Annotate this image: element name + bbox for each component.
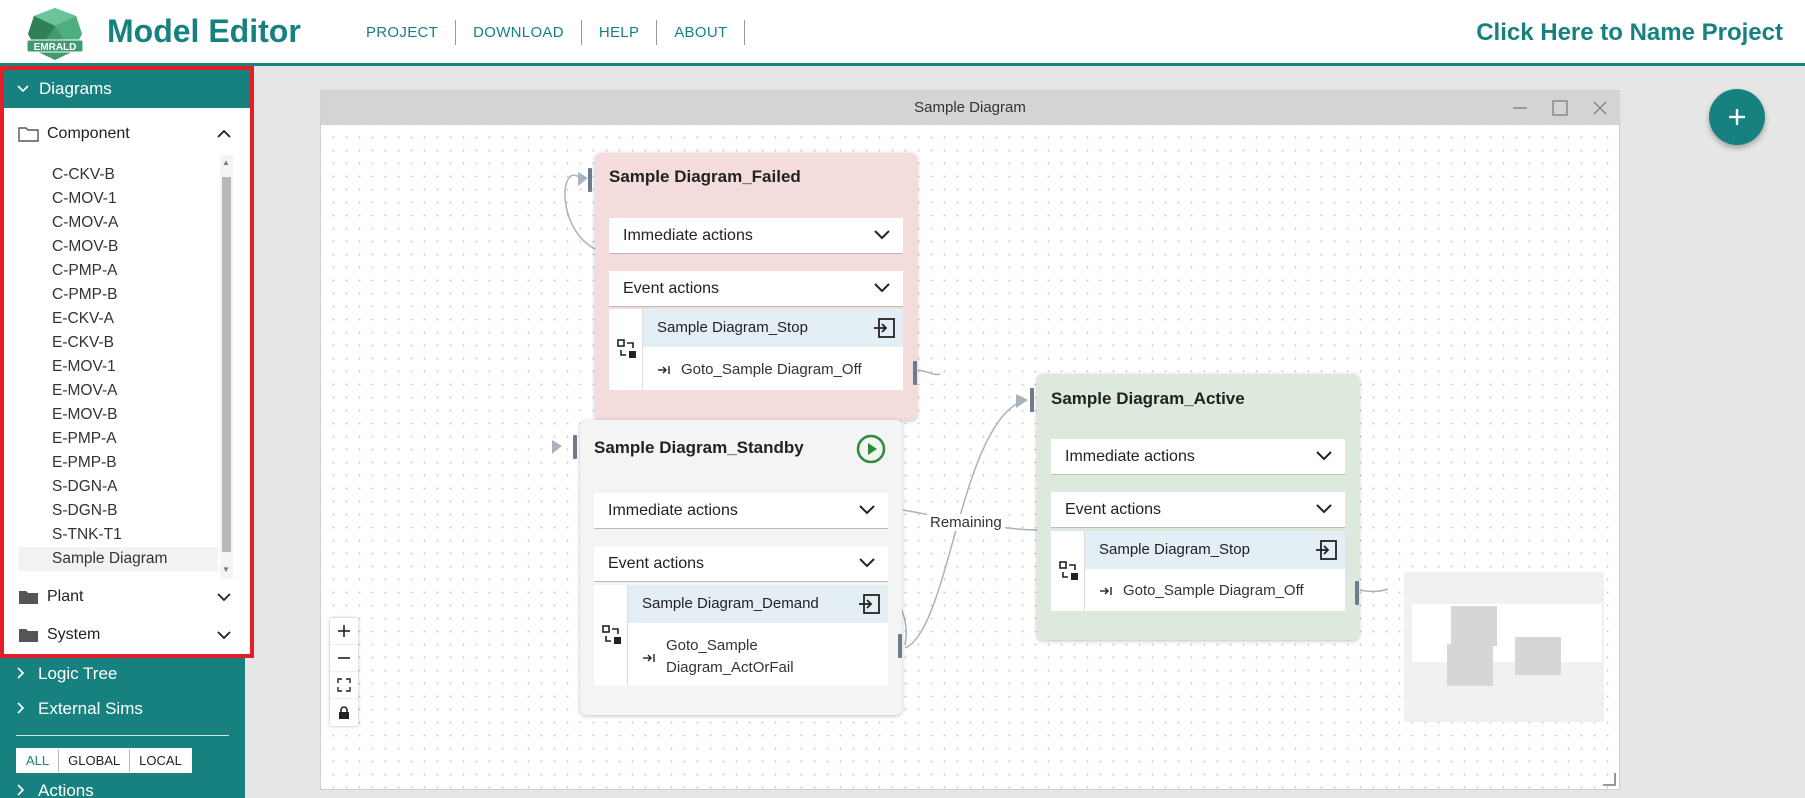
lock-button[interactable]	[330, 699, 358, 726]
swap-icon[interactable]	[602, 625, 622, 645]
event-actions-dropdown[interactable]: Event actions	[1051, 492, 1345, 528]
edge-label[interactable]: Remaining	[927, 514, 1005, 531]
start-state-icon	[856, 434, 886, 464]
minimap-node	[1451, 606, 1497, 646]
event-actions-label: Event actions	[608, 554, 705, 572]
event-side	[594, 585, 628, 686]
immediate-actions-label: Immediate actions	[608, 501, 738, 519]
zoom-out-button[interactable]	[330, 645, 358, 672]
goto-icon	[643, 654, 655, 662]
state-node-active[interactable]: Sample Diagram_Active Immediate actions …	[1037, 374, 1359, 640]
goto-action-label: Goto_Sample Diagram_Off	[1123, 582, 1304, 599]
chevron-down-icon	[1316, 504, 1332, 514]
event-side	[1051, 531, 1085, 611]
fit-view-button[interactable]	[330, 672, 358, 699]
goto-icon	[1100, 587, 1112, 595]
event-actions-label: Event actions	[623, 279, 720, 297]
event-name-label: Sample Diagram_Stop	[657, 319, 808, 336]
fit-view-icon	[337, 678, 351, 692]
input-port[interactable]	[573, 435, 577, 459]
minimap[interactable]	[1404, 572, 1604, 722]
immediate-actions-label: Immediate actions	[1065, 447, 1195, 465]
swap-icon[interactable]	[1059, 561, 1079, 581]
goto-action-label: Diagram_ActOrFail	[666, 659, 794, 676]
goto-icon	[658, 366, 670, 374]
event-name-label: Sample Diagram_Demand	[642, 595, 819, 612]
immediate-actions-dropdown[interactable]: Immediate actions	[594, 493, 888, 529]
chevron-down-icon	[859, 505, 875, 515]
chevron-down-icon	[1316, 451, 1332, 461]
plus-icon	[1729, 109, 1745, 125]
minus-icon	[338, 657, 350, 659]
output-port[interactable]	[1355, 581, 1359, 605]
chevron-down-icon	[859, 558, 875, 568]
zoom-in-button[interactable]	[330, 618, 358, 645]
immediate-actions-dropdown[interactable]: Immediate actions	[609, 218, 903, 254]
goto-action[interactable]: Goto_Sample Diagram_Off	[643, 349, 903, 390]
goto-action-label: Goto_Sample	[666, 637, 758, 654]
event-name[interactable]: Sample Diagram_Stop	[643, 309, 903, 347]
zoom-controls	[330, 618, 358, 726]
output-port[interactable]	[898, 634, 902, 658]
state-title: Sample Diagram_Standby	[594, 438, 804, 457]
event-name[interactable]: Sample Diagram_Stop	[1085, 531, 1345, 569]
event-name-label: Sample Diagram_Stop	[1099, 541, 1250, 558]
state-title: Sample Diagram_Failed	[609, 167, 801, 186]
immediate-actions-label: Immediate actions	[623, 226, 753, 244]
input-port[interactable]	[1030, 388, 1034, 412]
goto-action-label: Goto_Sample Diagram_Off	[681, 361, 862, 378]
chevron-down-icon	[874, 230, 890, 240]
swap-icon[interactable]	[617, 339, 637, 359]
state-node-standby[interactable]: Sample Diagram_Standby Immediate actions…	[580, 420, 902, 715]
exit-icon[interactable]	[1315, 540, 1337, 560]
event-block: Sample Diagram_Stop Goto_Sample Diagram_…	[1051, 531, 1345, 611]
exit-icon[interactable]	[858, 594, 880, 614]
event-block: Sample Diagram_Stop Goto_Sample Diagram_…	[609, 309, 903, 390]
event-side	[609, 309, 643, 390]
minimap-node	[1515, 637, 1561, 675]
event-actions-label: Event actions	[1065, 500, 1162, 518]
plus-icon	[338, 625, 350, 637]
minimap-viewport	[1412, 604, 1602, 662]
output-port[interactable]	[913, 361, 917, 385]
chevron-down-icon	[874, 283, 890, 293]
minimap-node	[1447, 644, 1493, 686]
event-name[interactable]: Sample Diagram_Demand	[628, 585, 888, 623]
exit-icon[interactable]	[873, 318, 895, 338]
goto-action[interactable]: Goto_Sample Diagram_ActOrFail	[628, 629, 888, 686]
immediate-actions-dropdown[interactable]: Immediate actions	[1051, 439, 1345, 475]
state-title: Sample Diagram_Active	[1051, 389, 1245, 408]
event-block: Sample Diagram_Demand Goto_Sample Diagra…	[594, 585, 888, 686]
lock-icon	[339, 705, 349, 719]
event-actions-dropdown[interactable]: Event actions	[594, 546, 888, 582]
goto-action[interactable]: Goto_Sample Diagram_Off	[1085, 571, 1345, 611]
event-actions-dropdown[interactable]: Event actions	[609, 271, 903, 307]
add-button[interactable]	[1709, 89, 1765, 145]
input-port[interactable]	[588, 168, 592, 192]
state-node-failed[interactable]: Sample Diagram_Failed Immediate actions …	[595, 153, 917, 420]
